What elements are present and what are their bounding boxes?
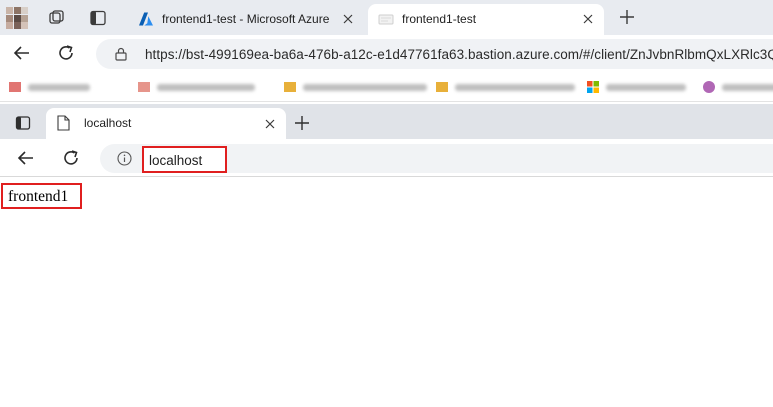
close-icon[interactable]	[264, 118, 276, 130]
microsoft-logo-icon	[587, 81, 599, 93]
highlighted-text-box: frontend1	[1, 183, 82, 209]
tab-localhost[interactable]: localhost	[46, 108, 286, 139]
tab-title: localhost	[84, 116, 132, 130]
back-arrow-icon[interactable]	[12, 43, 32, 63]
yellow-folder-icon	[284, 82, 296, 92]
address-url: localhost	[149, 153, 203, 168]
red-folder-icon	[9, 82, 21, 92]
red-folder-icon	[138, 82, 150, 92]
yellow-folder-icon	[436, 82, 448, 92]
purple-folder-icon	[703, 81, 715, 93]
address-bar[interactable]: https://bst-499169ea-ba6a-476b-a12c-e1d4…	[96, 39, 773, 69]
tab-title: frontend1-test	[402, 12, 477, 26]
document-icon	[57, 115, 70, 131]
new-tab-plus-icon[interactable]	[294, 115, 310, 131]
close-icon[interactable]	[342, 13, 354, 25]
page-body-text: frontend1	[8, 188, 69, 205]
outer-tab-bar: frontend1-test - Microsoft Azure fronten…	[0, 0, 773, 35]
vertical-tabs-icon[interactable]	[15, 115, 31, 131]
azure-icon	[139, 12, 153, 26]
back-arrow-icon[interactable]	[16, 148, 36, 168]
highlighted-url-box[interactable]: localhost	[142, 146, 227, 173]
outer-navigation-bar: https://bst-499169ea-ba6a-476b-a12c-e1d4…	[0, 35, 773, 72]
new-tab-plus-icon[interactable]	[619, 9, 635, 25]
refresh-icon[interactable]	[56, 43, 76, 63]
remote-tab-bar: localhost	[0, 104, 773, 139]
workspaces-icon[interactable]	[48, 9, 66, 27]
close-icon[interactable]	[582, 13, 594, 25]
favorites-bar	[0, 72, 773, 102]
tab-title: frontend1-test - Microsoft Azure	[162, 12, 330, 26]
tab-bastion-session[interactable]: frontend1-test	[368, 4, 604, 35]
page-content: frontend1	[0, 178, 773, 407]
lock-icon[interactable]	[114, 47, 128, 61]
refresh-icon[interactable]	[61, 148, 81, 168]
info-icon[interactable]	[117, 151, 132, 166]
blank-page-icon	[378, 14, 394, 25]
remote-navigation-bar: localhost	[0, 139, 773, 177]
vertical-tabs-icon[interactable]	[89, 9, 107, 27]
profile-avatar-icon[interactable]	[6, 7, 28, 29]
address-url: https://bst-499169ea-ba6a-476b-a12c-e1d4…	[145, 47, 773, 62]
tab-azure-portal[interactable]: frontend1-test - Microsoft Azure	[128, 4, 364, 35]
remote-address-bar[interactable]: localhost	[100, 144, 773, 173]
